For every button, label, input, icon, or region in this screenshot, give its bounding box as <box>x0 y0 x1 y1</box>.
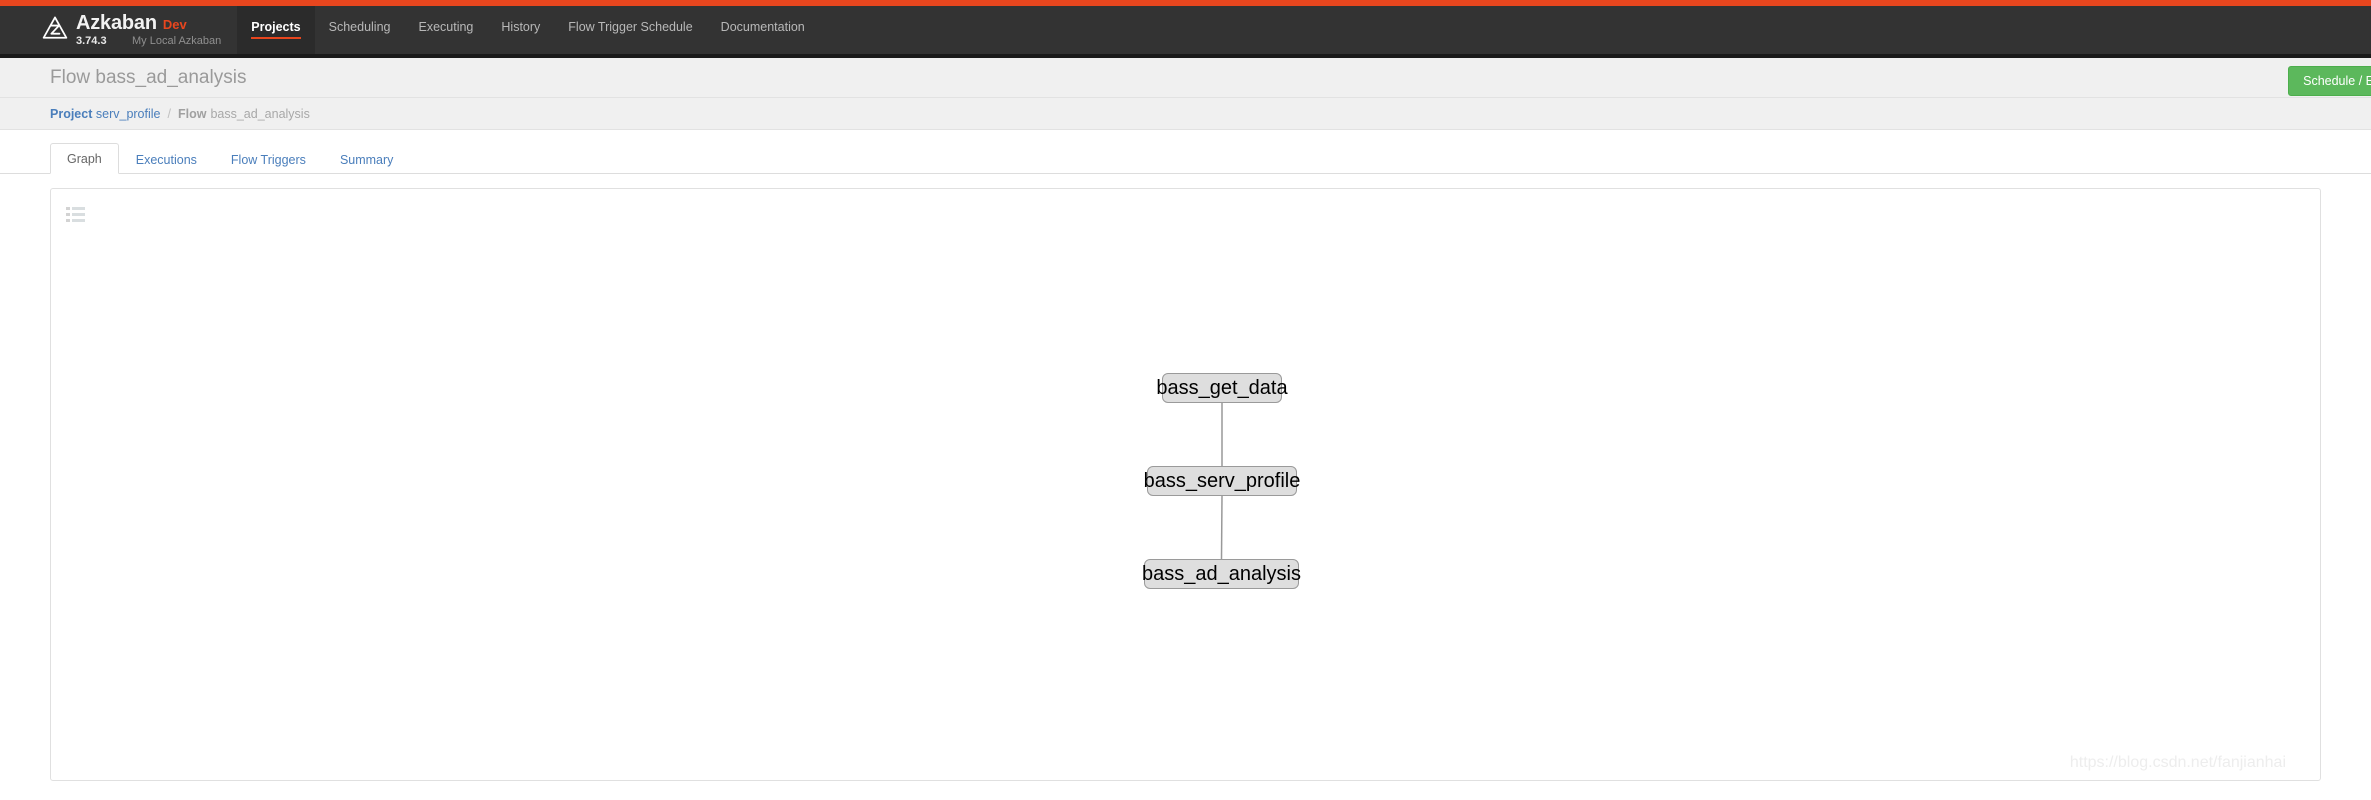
nav-item-history[interactable]: History <box>487 6 554 54</box>
tab-executions[interactable]: Executions <box>119 144 214 174</box>
flow-node-bass_serv_profile[interactable]: bass_serv_profile <box>1144 466 1300 496</box>
schedule-execute-button[interactable]: Schedule / E <box>2288 66 2371 96</box>
breadcrumb-project-name: serv_profile <box>95 106 161 121</box>
flow-node-bass_get_data[interactable]: bass_get_data <box>1156 373 1288 403</box>
nav-item-scheduling[interactable]: Scheduling <box>315 6 405 54</box>
azkaban-triangle-logo-icon <box>42 16 68 39</box>
watermark-text: https://blog.csdn.net/fanjianhai <box>2069 754 2286 771</box>
tab-summary[interactable]: Summary <box>323 144 410 174</box>
nav-item-executing[interactable]: Executing <box>404 6 487 54</box>
breadcrumb-bar: Project serv_profile / Flow bass_ad_anal… <box>0 98 2371 130</box>
brand-block[interactable]: Azkaban Dev 3.74.3 My Local Azkaban <box>0 6 227 54</box>
breadcrumb-flow-label: Flow <box>177 106 207 121</box>
nav-item-label: Projects <box>251 20 301 34</box>
tab-graph[interactable]: Graph <box>50 143 119 174</box>
nav-item-documentation[interactable]: Documentation <box>707 6 819 54</box>
nav-active-underline <box>251 37 301 39</box>
breadcrumb-project-label: Project <box>50 106 93 121</box>
nav-item-projects[interactable]: Projects <box>237 6 315 54</box>
nav-item-flow-trigger-schedule[interactable]: Flow Trigger Schedule <box>554 6 706 54</box>
nav-items: Projects Scheduling Executing History Fl… <box>237 6 818 54</box>
brand-version: 3.74.3 <box>76 35 107 47</box>
brand-environment-badge: Dev <box>162 17 187 32</box>
breadcrumb: Project serv_profile / Flow bass_ad_anal… <box>50 107 310 121</box>
page-header: Flow bass_ad_analysis Schedule / E <box>0 58 2371 98</box>
brand-subtitle: My Local Azkaban <box>132 35 222 47</box>
breadcrumb-separator: / <box>167 106 171 121</box>
flow-node-bass_ad_analysis[interactable]: bass_ad_analysis <box>1142 559 1301 589</box>
flow-edge-bass_serv_profile-to-bass_ad_analysis <box>1220 495 1223 560</box>
breadcrumb-project-link[interactable]: Project serv_profile <box>50 107 161 121</box>
tab-bar: Graph Executions Flow Triggers Summary <box>0 130 2371 174</box>
breadcrumb-flow-name: bass_ad_analysis <box>210 106 310 121</box>
graph-panel-wrap: bass_get_data bass_serv_profile bass_ad_an… <box>0 174 2371 781</box>
flow-graph-panel[interactable]: bass_get_data bass_serv_profile bass_ad_an… <box>50 188 2321 781</box>
tab-flow-triggers[interactable]: Flow Triggers <box>214 144 323 174</box>
main-navbar: Azkaban Dev 3.74.3 My Local Azkaban Proj… <box>0 6 2371 58</box>
brand-name: Azkaban <box>76 12 157 34</box>
page-title: Flow bass_ad_analysis <box>50 66 247 88</box>
